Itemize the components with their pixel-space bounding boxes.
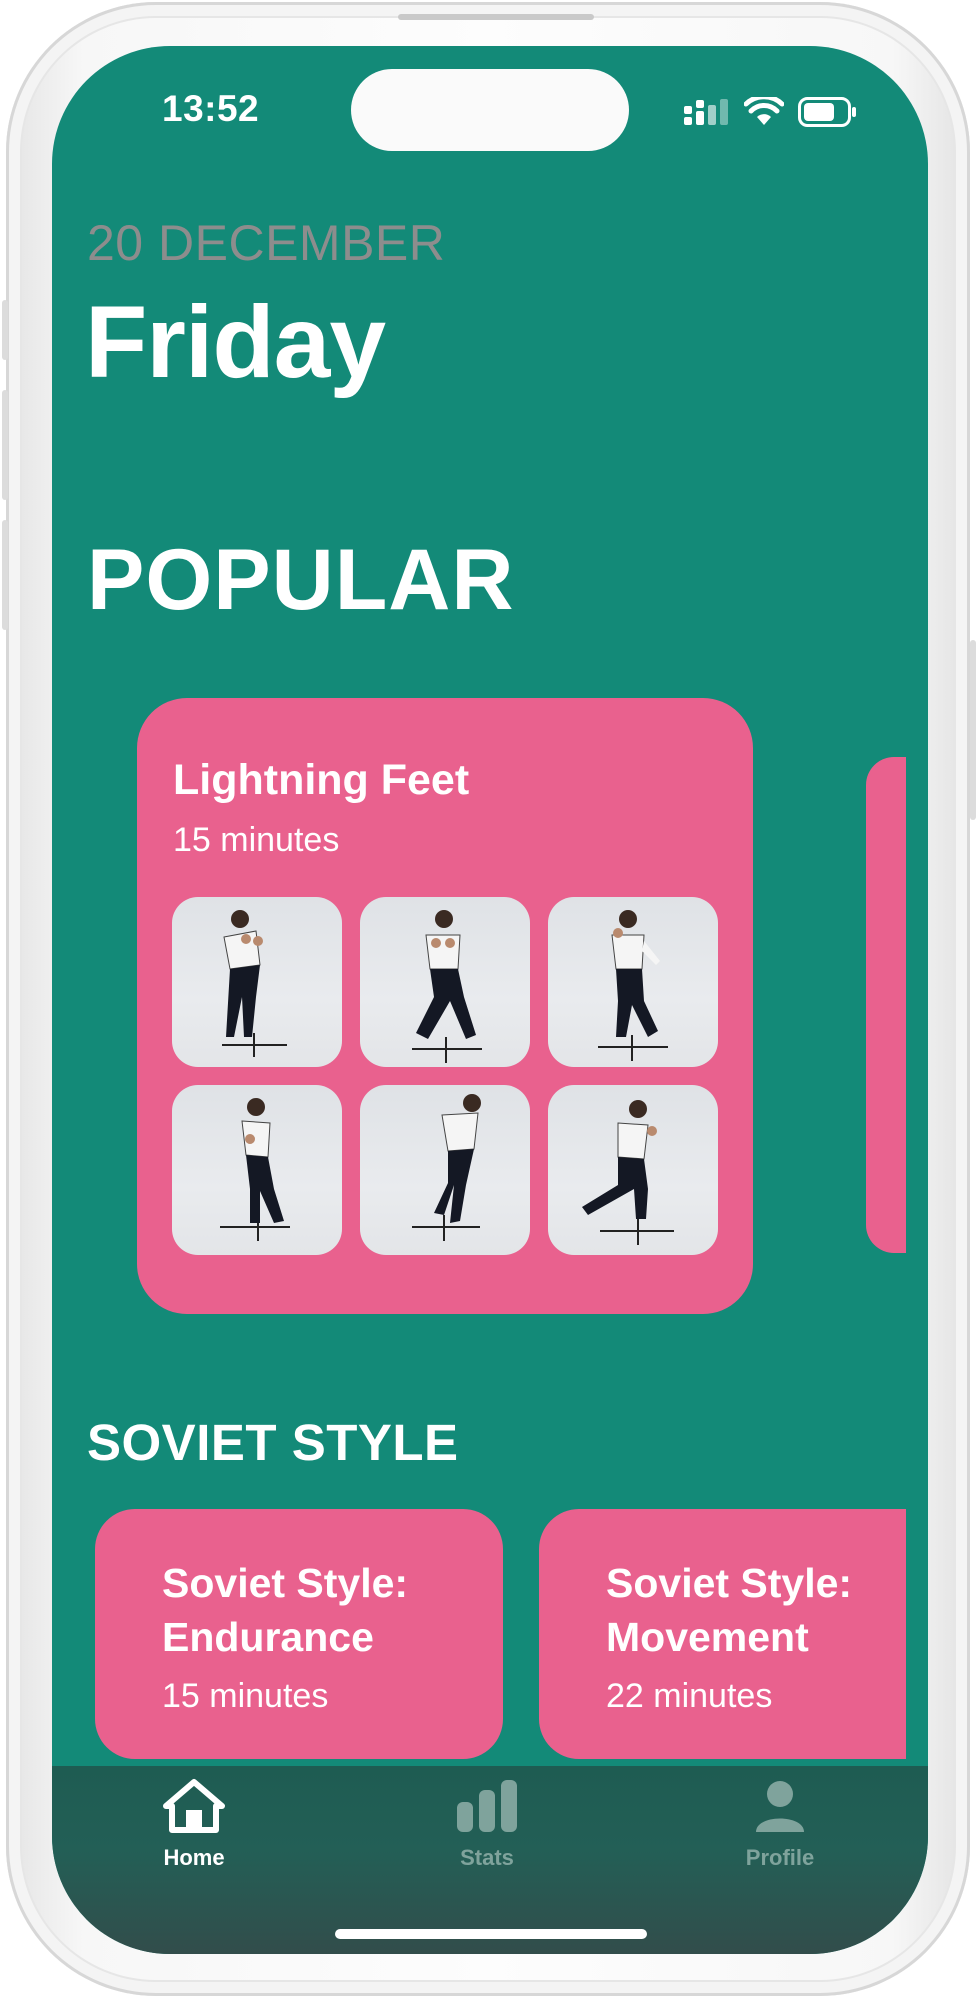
workout-title: Lightning Feet xyxy=(173,756,470,804)
exercise-thumbnail xyxy=(172,897,342,1067)
boxer-figure-icon xyxy=(222,910,287,1057)
popular-heading: POPULAR xyxy=(87,532,515,628)
tab-stats[interactable]: Stats xyxy=(397,1778,577,1871)
speaker-grille xyxy=(398,14,594,20)
boxer-figure-icon xyxy=(220,1098,290,1241)
workout-duration: 15 minutes xyxy=(173,821,340,859)
tab-profile[interactable]: Profile xyxy=(690,1778,870,1871)
exercise-thumbnail xyxy=(172,1085,342,1255)
dynamic-island xyxy=(351,69,629,151)
silent-switch xyxy=(2,300,8,360)
boxer-figure-icon xyxy=(412,1094,481,1241)
power-button xyxy=(970,640,976,820)
app-screen: 13:52 20 DECEMBER Friday POPULAR Lightni… xyxy=(52,46,928,1954)
tab-home[interactable]: Home xyxy=(104,1778,284,1871)
workout-card-soviet-endurance[interactable]: Soviet Style: Endurance 15 minutes xyxy=(95,1509,503,1759)
status-icons xyxy=(684,94,858,130)
workout-title: Soviet Style: Endurance xyxy=(162,1560,409,1660)
workout-duration: 22 minutes xyxy=(606,1677,773,1715)
workout-title: Soviet Style: Movement xyxy=(606,1560,853,1660)
tab-label: Home xyxy=(163,1845,225,1870)
exercise-thumbnail xyxy=(360,897,530,1067)
workout-card-soviet-movement[interactable]: Soviet Style: Movement 22 minutes xyxy=(539,1509,906,1759)
cellular-signal-icon xyxy=(684,99,728,125)
exercise-thumbnail xyxy=(360,1085,530,1255)
tab-bar: Home Stats Profile xyxy=(52,1766,928,1954)
workout-duration: 15 minutes xyxy=(162,1677,329,1715)
person-icon xyxy=(756,1781,804,1832)
exercise-thumbnail xyxy=(548,1085,718,1255)
home-indicator[interactable] xyxy=(335,1929,647,1939)
wifi-icon xyxy=(744,97,784,125)
exercise-thumbnail-grid xyxy=(172,897,718,1255)
exercise-thumbnail xyxy=(548,897,718,1067)
battery-icon xyxy=(798,97,856,127)
tab-label: Profile xyxy=(745,1845,815,1870)
boxer-figure-icon xyxy=(598,910,668,1061)
volume-up-button xyxy=(2,390,8,500)
date-label: 20 DECEMBER xyxy=(87,215,446,271)
soviet-style-heading: SOVIET STYLE xyxy=(87,1414,459,1471)
day-title: Friday xyxy=(85,285,386,399)
boxer-figure-icon xyxy=(412,910,482,1063)
status-time: 13:52 xyxy=(162,88,260,129)
workout-card-next-peek[interactable] xyxy=(866,757,906,1253)
tab-label: Stats xyxy=(460,1845,514,1870)
workout-card-lightning-feet[interactable]: Lightning Feet 15 minutes xyxy=(137,698,753,1314)
volume-down-button xyxy=(2,520,8,630)
house-icon xyxy=(163,1779,225,1833)
bar-chart-icon xyxy=(457,1780,517,1832)
boxer-figure-icon xyxy=(582,1100,674,1245)
